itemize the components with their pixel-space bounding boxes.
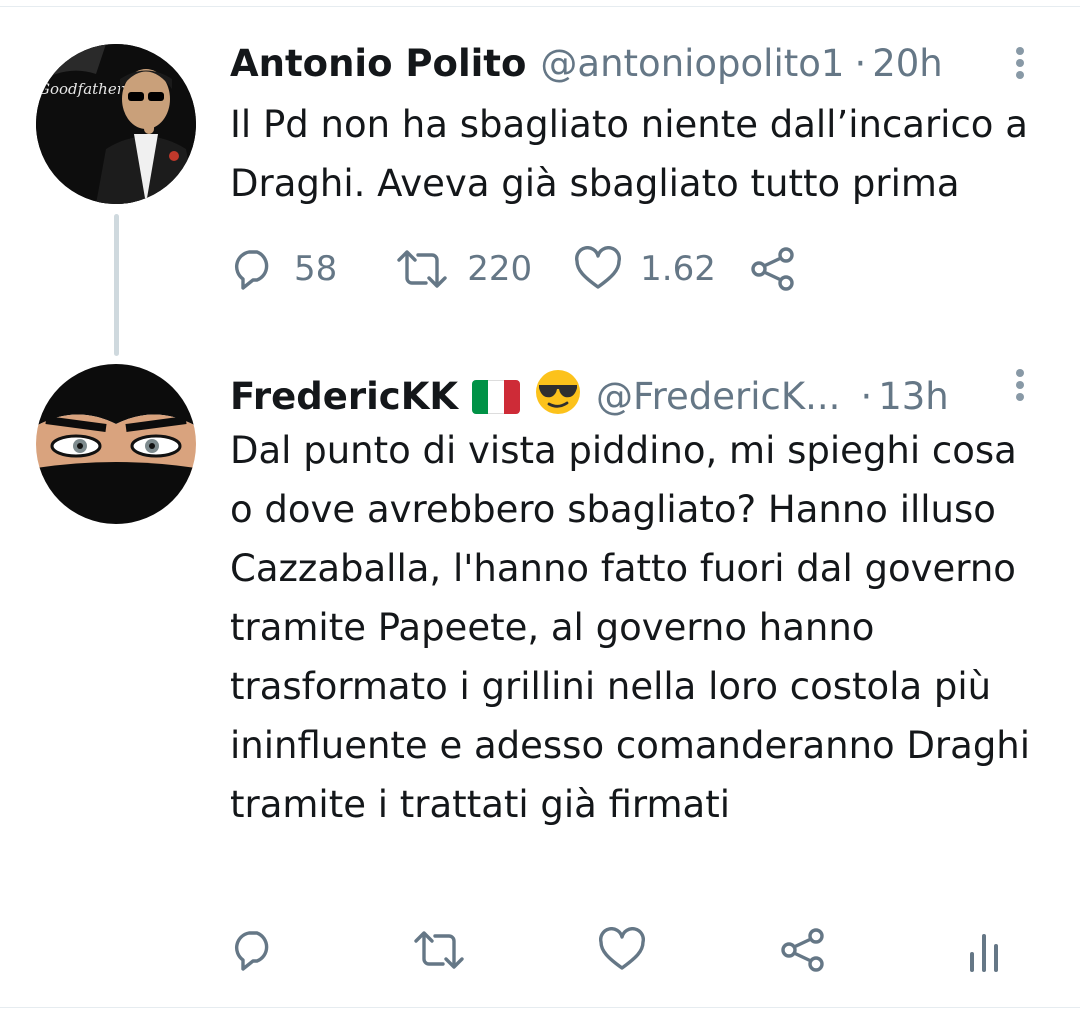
retweet-count: 220 — [467, 249, 533, 289]
retweet-button[interactable]: 220 — [395, 246, 532, 292]
share-icon — [751, 247, 794, 291]
retweet-icon — [397, 250, 447, 288]
tweet-text: Dal punto di vista piddino, mi spieghi c… — [230, 429, 1031, 826]
tweet-actions — [230, 925, 828, 975]
svg-text:Goodfather: Goodfather — [38, 80, 125, 98]
more-options-icon[interactable] — [1010, 366, 1030, 406]
retweet-icon — [414, 931, 464, 969]
like-button[interactable]: 1.62 — [574, 246, 716, 292]
sunglasses-emoji — [534, 368, 582, 426]
author-name[interactable]: Antonio Polito — [230, 42, 526, 86]
timestamp[interactable]: 20h — [872, 42, 943, 86]
avatar-image — [36, 364, 196, 524]
author-handle[interactable]: @FredericK... — [596, 375, 840, 419]
tweet-text: Il Pd non ha sbagliato niente dall’incar… — [230, 103, 1028, 205]
more-options-icon[interactable] — [1010, 44, 1030, 84]
heart-icon — [575, 246, 622, 289]
reply-icon — [235, 931, 269, 971]
like-button[interactable] — [598, 927, 646, 973]
analytics-icon — [970, 934, 998, 972]
timestamp[interactable]: 13h — [878, 375, 949, 419]
share-button[interactable] — [748, 246, 798, 292]
reply-button[interactable] — [230, 927, 276, 973]
like-count: 1.62 — [640, 249, 716, 289]
separator-dot: · — [854, 42, 867, 85]
reply-button[interactable]: 58 — [230, 246, 337, 292]
avatar-antonio-polito[interactable]: Goodfather — [36, 44, 196, 204]
tweet-actions: 58 220 1.62 — [230, 244, 798, 294]
tweet-header: FredericKK @FredericK... · 13h — [230, 368, 949, 426]
reply-count: 58 — [294, 249, 338, 289]
avatar-frederickk[interactable] — [36, 364, 196, 524]
separator-dot: · — [860, 375, 873, 418]
share-button[interactable] — [778, 927, 828, 973]
author-name[interactable]: FredericKK — [230, 375, 458, 419]
heart-icon — [599, 927, 645, 970]
avatar-image: Goodfather — [36, 44, 196, 204]
author-handle[interactable]: @antoniopolito1 — [540, 42, 844, 86]
analytics-button[interactable] — [964, 930, 1004, 974]
tweet-header: Antonio Polito @antoniopolito1 · 20h — [230, 42, 943, 86]
reply-icon — [235, 250, 269, 290]
bottom-divider — [0, 1007, 1080, 1008]
share-icon — [781, 928, 824, 972]
retweet-button[interactable] — [412, 927, 466, 973]
thread-connector-line — [114, 214, 119, 356]
top-divider — [0, 6, 1080, 7]
italian-flag-emoji — [472, 380, 521, 414]
